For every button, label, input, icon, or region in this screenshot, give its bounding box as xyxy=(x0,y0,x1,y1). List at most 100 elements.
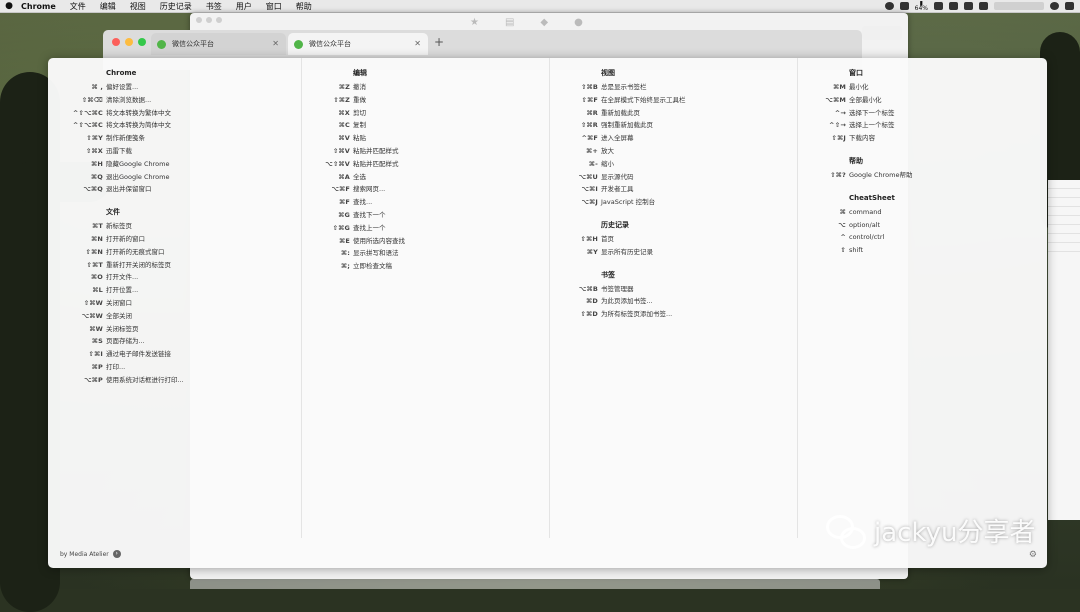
shortcut-row[interactable]: ⌥⇧⌘V 粘贴并匹配样式 xyxy=(298,158,528,171)
shortcut-row[interactable]: ^⇧⌥⌘C 将文本转换为简体中文 xyxy=(51,119,281,132)
shortcut-row[interactable]: ⌘H 隐藏Google Chrome xyxy=(51,158,281,171)
shortcut-row[interactable]: ⇧⌘J 下载内容 xyxy=(794,132,1024,145)
menu-file[interactable]: 文件 xyxy=(63,1,93,12)
shortcut-row[interactable]: ⌘S 页面存储为... xyxy=(51,335,281,348)
notification-center-icon[interactable] xyxy=(1065,2,1074,10)
minimize-window-button[interactable] xyxy=(125,38,133,46)
shortcut-row[interactable]: ⌘E 使用所选内容查找 xyxy=(298,235,528,248)
gear-icon[interactable]: ⚙ xyxy=(1029,550,1037,560)
shortcut-row[interactable]: ^⇧→ 选择上一个标签 xyxy=(794,119,1024,132)
shortcut-row[interactable]: ⇧⌘G 查找上一个 xyxy=(298,222,528,235)
tab-wechat-2[interactable]: 微信公众平台 ✕ xyxy=(288,33,428,55)
shortcut-row[interactable]: ⌘A 全选 xyxy=(298,171,528,184)
shortcut-row[interactable]: ⇧⌘H 首页 xyxy=(546,233,776,246)
shortcut-row[interactable]: ⇧⌘I 通过电子邮件发送链接 xyxy=(51,348,281,361)
close-tab-icon[interactable]: ✕ xyxy=(414,39,421,48)
shortcut-row[interactable]: ⌘R 重新加载此页 xyxy=(546,107,776,120)
shortcut-row[interactable]: ⌥⌘U 显示源代码 xyxy=(546,171,776,184)
shortcut-row[interactable]: ⇧⌘X 迅雷下载 xyxy=(51,145,281,158)
shortcut-row[interactable]: ⇧⌘R 强制重新加载此页 xyxy=(546,119,776,132)
apple-menu-icon[interactable]: ● xyxy=(0,1,18,11)
shortcut-row[interactable]: ⇧⌘F 在全屏模式下始终显示工具栏 xyxy=(546,94,776,107)
shortcut-row[interactable]: ⌥ option/alt xyxy=(794,219,1024,232)
shortcut-row[interactable]: ⇧⌘Y 制作新便笺条 xyxy=(51,132,281,145)
shortcut-row[interactable]: ⌥⌘M 全部最小化 xyxy=(794,94,1024,107)
shortcut-row[interactable]: ⌘+ 放大 xyxy=(546,145,776,158)
shortcut-row[interactable]: ⌘O 打开文件... xyxy=(51,271,281,284)
shortcut-row[interactable]: ^→ 选择下一个标签 xyxy=(794,107,1024,120)
shortcut-row[interactable]: ⌘; 立即检查文稿 xyxy=(298,260,528,273)
tab-wechat-1[interactable]: 微信公众平台 ✕ xyxy=(151,33,286,55)
keyboard-icon[interactable] xyxy=(964,2,973,10)
shortcut-row[interactable]: ⌘X 剪切 xyxy=(298,107,528,120)
shortcut-row[interactable]: ⇧⌘D 为所有标签页添加书签... xyxy=(546,308,776,321)
new-tab-button[interactable]: + xyxy=(434,35,444,49)
menu-help[interactable]: 帮助 xyxy=(289,1,319,12)
shortcut-row[interactable]: ⇧⌘? Google Chrome帮助 xyxy=(794,169,1024,182)
shortcut-row[interactable]: ^⇧⌥⌘C 将文本转换为繁体中文 xyxy=(51,107,281,120)
shortcut-row[interactable]: ⇧⌘B 总是显示书签栏 xyxy=(546,81,776,94)
shortcut-row[interactable]: ⌘- 缩小 xyxy=(546,158,776,171)
shortcut-row[interactable]: ⌥⌘B 书签管理器 xyxy=(546,283,776,296)
bluetooth-icon[interactable] xyxy=(899,2,909,10)
battery-indicator[interactable]: ▮ 64% xyxy=(915,1,928,12)
shortcut-row[interactable]: ⌘T 新标签页 xyxy=(51,220,281,233)
shortcut-row[interactable]: ⌘W 关闭标签页 xyxy=(51,323,281,336)
display-icon[interactable] xyxy=(949,2,958,10)
shortcut-row[interactable]: ⌥⌘J JavaScript 控制台 xyxy=(546,196,776,209)
shortcut-row[interactable]: ⇧⌘T 重新打开关闭的标签页 xyxy=(51,259,281,272)
qq-icon[interactable] xyxy=(884,2,894,10)
shortcut-row[interactable]: ⌘ command xyxy=(794,206,1024,219)
shortcut-row[interactable]: ⌥⌘F 搜索网页... xyxy=(298,183,528,196)
user-icon[interactable]: ● xyxy=(574,17,583,28)
shortcut-row[interactable]: ⌘P 打印... xyxy=(51,361,281,374)
shortcut-keys: ⌘L xyxy=(92,286,103,295)
shortcut-row[interactable]: ^ control/ctrl xyxy=(794,231,1024,244)
shortcut-row[interactable]: ⌘G 查找下一个 xyxy=(298,209,528,222)
shortcut-row[interactable]: ⌘F 查找... xyxy=(298,196,528,209)
shortcut-row[interactable]: ⌘Y 显示所有历史记录 xyxy=(546,246,776,259)
shortcut-row[interactable]: ⇧⌘W 关闭窗口 xyxy=(51,297,281,310)
menu-people[interactable]: 用户 xyxy=(229,1,259,12)
tag-icon[interactable]: ◆ xyxy=(540,17,548,28)
shortcut-row[interactable]: ⌘: 显示拼写和语法 xyxy=(298,247,528,260)
shortcut-row[interactable]: ⌘M 最小化 xyxy=(794,81,1024,94)
shortcut-row[interactable]: ⌘D 为此页添加书签... xyxy=(546,295,776,308)
shortcut-row[interactable]: ⌥⌘P 使用系统对话框进行打印... xyxy=(51,374,281,387)
menu-bookmarks[interactable]: 书签 xyxy=(199,1,229,12)
shortcut-row[interactable]: ⇧ shift xyxy=(794,244,1024,257)
shortcut-row[interactable]: ⌘ , 偏好设置... xyxy=(51,81,281,94)
shortcut-row[interactable]: ⇧⌘⌫ 清除浏览数据... xyxy=(51,94,281,107)
list-icon[interactable]: ▤ xyxy=(505,17,514,28)
shortcut-row[interactable]: ⌘Q 退出Google Chrome xyxy=(51,171,281,184)
shortcut-row[interactable]: ⌥⌘I 开发者工具 xyxy=(546,183,776,196)
shortcut-row[interactable]: ⌘L 打开位置... xyxy=(51,284,281,297)
menu-edit[interactable]: 编辑 xyxy=(93,1,123,12)
close-tab-icon[interactable]: ✕ xyxy=(272,39,279,48)
menu-view[interactable]: 视图 xyxy=(123,1,153,12)
shortcut-row[interactable]: ⌥⌘W 全部关闭 xyxy=(51,310,281,323)
shortcut-row[interactable]: ⌘C 复制 xyxy=(298,119,528,132)
shortcut-row[interactable]: ⌥⌘Q 退出并保留窗口 xyxy=(51,183,281,196)
shortcut-keys: ⌘Q xyxy=(91,172,103,181)
shortcut-keys: ⌘H xyxy=(91,159,103,168)
shortcut-row[interactable]: ⌘N 打开新的窗口 xyxy=(51,233,281,246)
zoom-window-button[interactable] xyxy=(138,38,146,46)
spotlight-icon[interactable] xyxy=(1050,2,1059,10)
shortcut-row[interactable]: ⌘V 粘贴 xyxy=(298,132,528,145)
shortcut-row[interactable]: ⇧⌘N 打开新的无痕式窗口 xyxy=(51,246,281,259)
notification-app-icon[interactable] xyxy=(979,2,988,10)
menu-window[interactable]: 窗口 xyxy=(259,1,289,12)
media-atelier-link[interactable]: by Media Atelier › xyxy=(60,550,121,558)
close-window-button[interactable] xyxy=(112,38,120,46)
shortcut-row[interactable]: ⌘Z 撤消 xyxy=(298,81,528,94)
shortcut-action: 打开新的无痕式窗口 xyxy=(106,247,165,256)
menu-app-name[interactable]: Chrome xyxy=(18,2,63,11)
shortcut-row[interactable]: ⇧⌘Z 重做 xyxy=(298,94,528,107)
shortcut-row[interactable]: ^⌘F 进入全屏幕 xyxy=(546,132,776,145)
menu-history[interactable]: 历史记录 xyxy=(153,1,199,12)
shortcut-row[interactable]: ⇧⌘V 粘贴并匹配样式 xyxy=(298,145,528,158)
wifi-icon[interactable] xyxy=(934,2,943,10)
user-name-box[interactable] xyxy=(994,2,1044,10)
star-icon[interactable]: ★ xyxy=(470,17,479,28)
